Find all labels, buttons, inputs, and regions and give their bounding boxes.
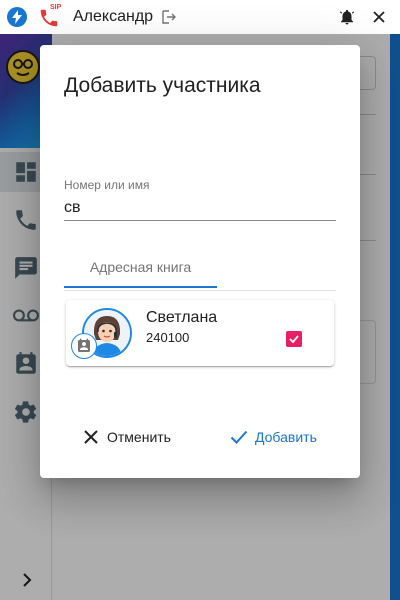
tab-address-book[interactable]: Адресная книга xyxy=(64,248,217,288)
bell-icon[interactable] xyxy=(338,8,356,26)
check-icon xyxy=(230,430,248,444)
app-logo-icon xyxy=(7,7,27,27)
sip-label: SIP xyxy=(50,4,62,11)
add-button[interactable]: Добавить xyxy=(230,419,317,455)
logout-icon[interactable] xyxy=(162,10,176,24)
contact-list-item[interactable]: Светлана 240100 xyxy=(66,300,334,366)
dialog-title: Добавить участника xyxy=(64,74,261,97)
search-input[interactable] xyxy=(64,195,336,221)
user-name: Александр xyxy=(73,8,154,25)
title-bar: SIP Александр xyxy=(0,0,400,34)
tab-divider xyxy=(64,290,336,291)
cancel-button[interactable]: Отменить xyxy=(82,419,171,455)
contact-book-icon xyxy=(71,333,97,359)
checkmark-icon xyxy=(289,335,299,344)
contact-checkbox[interactable] xyxy=(286,331,302,347)
contact-number: 240100 xyxy=(146,330,190,345)
close-icon xyxy=(84,430,98,444)
sip-phone-icon: SIP xyxy=(38,4,64,29)
add-participant-dialog: Добавить участника Номер или имя Адресна… xyxy=(40,45,360,478)
close-icon[interactable] xyxy=(370,8,388,26)
contact-name: Светлана xyxy=(146,309,218,326)
cancel-button-label: Отменить xyxy=(107,429,171,445)
add-button-label: Добавить xyxy=(255,429,317,445)
search-label: Номер или имя xyxy=(64,178,150,192)
